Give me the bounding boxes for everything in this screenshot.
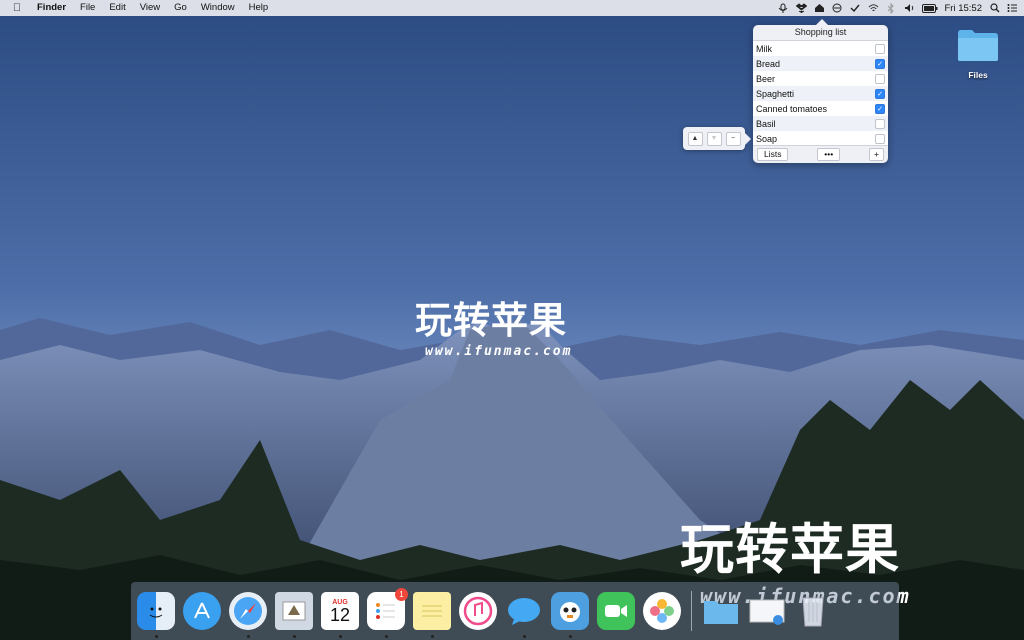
item-label: Canned tomatoes <box>756 103 828 114</box>
menu-view[interactable]: View <box>133 0 167 16</box>
running-indicator <box>523 635 526 638</box>
shopping-list-popover: Shopping list Milk Bread ✓ Beer Spaghetti… <box>753 19 888 163</box>
itunes-icon[interactable] <box>459 592 497 630</box>
list-item[interactable]: Basil <box>753 116 888 131</box>
list-item[interactable]: Milk <box>753 41 888 56</box>
app-store-icon[interactable] <box>183 592 221 630</box>
folder-icon <box>958 30 998 61</box>
running-indicator <box>293 635 296 638</box>
item-label: Bread <box>756 58 781 69</box>
list-item[interactable]: Canned tomatoes ✓ <box>753 101 888 116</box>
tweetbot-icon[interactable] <box>551 592 589 638</box>
checkmark-icon[interactable] <box>850 3 861 14</box>
list-item[interactable]: Spaghetti ✓ <box>753 86 888 101</box>
finder-icon[interactable] <box>137 592 175 638</box>
list-item[interactable]: Beer <box>753 71 888 86</box>
mic-icon[interactable] <box>778 3 789 14</box>
item-checkbox[interactable]: ✓ <box>875 58 885 69</box>
messages-icon[interactable] <box>505 592 543 638</box>
menu-edit[interactable]: Edit <box>102 0 132 16</box>
status-area: Fri 15:52 <box>778 0 1019 16</box>
item-checkbox[interactable] <box>875 73 885 84</box>
reminders-icon[interactable]: 1 <box>367 588 408 638</box>
battery-icon[interactable] <box>921 3 938 14</box>
item-checkbox[interactable]: ✓ <box>875 88 885 99</box>
running-indicator <box>385 635 388 638</box>
item-checkbox[interactable] <box>875 118 885 129</box>
list-item[interactable]: Bread ✓ <box>753 56 888 71</box>
menu-go[interactable]: Go <box>167 0 194 16</box>
running-indicator <box>569 635 572 638</box>
list-icon[interactable] <box>1007 3 1018 14</box>
item-label: Milk <box>756 43 772 54</box>
running-indicator <box>431 635 434 638</box>
list-item[interactable]: Soap <box>753 131 888 146</box>
mail-icon[interactable] <box>275 592 313 638</box>
trash-icon[interactable] <box>794 592 832 630</box>
home-icon[interactable] <box>814 3 825 14</box>
dock-separator <box>691 591 692 631</box>
item-label: Basil <box>756 118 776 129</box>
shopping-list: Milk Bread ✓ Beer Spaghetti ✓ Canned tomat… <box>753 41 888 146</box>
more-button[interactable]: ••• <box>817 148 841 161</box>
photos-icon[interactable] <box>643 592 681 630</box>
preview-icon[interactable] <box>748 592 786 630</box>
bluetooth-icon[interactable] <box>886 2 897 14</box>
calendar-day: 12 <box>329 604 351 625</box>
lists-button[interactable]: Lists <box>757 148 789 161</box>
item-checkbox[interactable] <box>875 43 885 54</box>
timer-icon[interactable] <box>832 3 843 14</box>
move-up-button[interactable]: ▲ <box>687 131 703 146</box>
notes-icon[interactable] <box>413 592 451 638</box>
menu-window[interactable]: Window <box>194 0 242 16</box>
downloads-folder-icon[interactable] <box>702 592 740 630</box>
search-icon[interactable] <box>989 3 1000 14</box>
item-label: Beer <box>756 73 776 84</box>
watermark-text: 玩转苹果 <box>680 520 900 580</box>
item-label: Soap <box>756 133 778 144</box>
dropbox-icon[interactable] <box>795 3 807 14</box>
safari-icon[interactable] <box>229 592 267 638</box>
running-indicator <box>155 635 158 638</box>
item-label: Spaghetti <box>756 88 795 99</box>
move-down-button[interactable]: ▼ <box>706 131 722 146</box>
remove-item-button[interactable]: − <box>725 131 741 146</box>
dock: AUG 12 1 <box>131 582 899 640</box>
item-checkbox[interactable] <box>875 133 885 144</box>
menu-bar:  Finder File Edit View Go Window Help F… <box>0 0 1024 16</box>
watermark-text: 玩转苹果 <box>415 300 567 341</box>
menu-clock[interactable]: Fri 15:52 <box>945 3 983 14</box>
menu-file[interactable]: File <box>73 0 102 16</box>
folder-label: Files <box>968 70 988 80</box>
popover-footer: Lists ••• + <box>753 145 888 163</box>
watermark-url: www.ifunmac.com <box>425 344 573 359</box>
watermark-top: 玩转苹果 www.ifunmac.com <box>415 290 572 359</box>
popover-title: Shopping list <box>753 25 888 41</box>
menu-help[interactable]: Help <box>242 0 276 16</box>
running-indicator <box>339 635 342 638</box>
facetime-icon[interactable] <box>597 592 635 630</box>
running-indicator <box>247 635 250 638</box>
calendar-icon[interactable]: AUG 12 <box>321 592 359 638</box>
reorder-controls: ▲ ▼ − <box>683 127 751 150</box>
apple-menu-icon[interactable]:  <box>0 2 30 14</box>
desktop-folder[interactable]: Files <box>955 27 1001 80</box>
wifi-icon[interactable] <box>868 3 879 14</box>
add-item-button[interactable]: + <box>869 148 884 161</box>
menu-app-name[interactable]: Finder <box>30 0 73 16</box>
volume-icon[interactable] <box>904 3 915 14</box>
item-checkbox[interactable]: ✓ <box>875 103 885 114</box>
notification-badge: 1 <box>395 588 408 601</box>
